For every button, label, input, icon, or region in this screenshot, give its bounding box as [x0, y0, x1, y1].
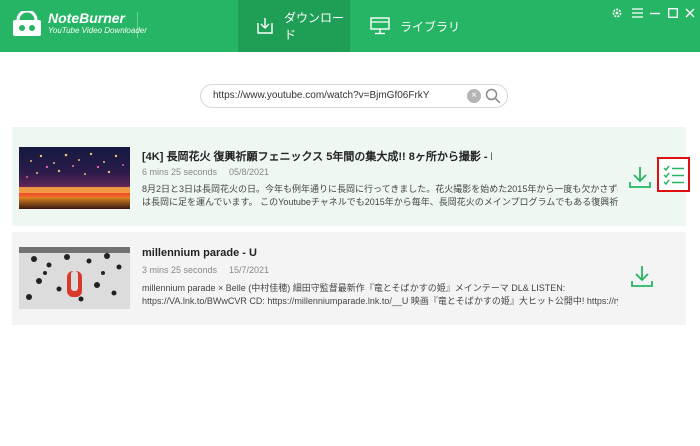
menu-icon[interactable] — [630, 6, 644, 20]
tab-download[interactable]: ダウンロード — [238, 0, 350, 52]
video-list-item[interactable]: [4K] 長岡花火 復興祈願フェニックス 5年間の集大成!! 8ヶ所から撮影 -… — [12, 127, 690, 226]
download-icon[interactable] — [630, 264, 654, 288]
url-search-box[interactable]: https://www.youtube.com/watch?v=BjmGf06F… — [200, 84, 508, 108]
maximize-icon[interactable] — [666, 6, 680, 20]
video-description-line: millennium parade × Belle (中村佳穂) 細田守監督最新… — [142, 283, 566, 293]
video-date: 05/8/2021 — [229, 167, 270, 177]
minimize-icon[interactable] — [648, 6, 662, 20]
video-meta: 6 mins 25 seconds 05/8/2021 — [142, 167, 269, 177]
video-thumbnail — [19, 147, 130, 209]
video-description: 8月2日と3日は長岡花火の日。今年も例年通りに長岡に行ってきました。花火撮影を始… — [142, 183, 618, 209]
app-subtitle: YouTube Video Downloader — [48, 26, 147, 35]
video-description: millennium parade × Belle (中村佳穂) 細田守監督最新… — [142, 282, 618, 308]
app-name: NoteBurner — [48, 10, 126, 26]
video-duration: 3 mins 25 seconds — [142, 265, 218, 275]
tab-library[interactable]: ライブラリ — [350, 0, 462, 52]
video-title: [4K] 長岡花火 復興祈願フェニックス 5年間の集大成!! 8ヶ所から撮影 -… — [142, 151, 492, 163]
url-input[interactable]: https://www.youtube.com/watch?v=BjmGf06F… — [213, 90, 463, 101]
video-description-line: は長岡に足を運んでいます。 このYoutubeチャネルでも2015年から毎年、長… — [142, 197, 618, 207]
download-tab-icon — [256, 17, 274, 35]
video-description-line: https://VA.lnk.to/BWwCVR CD: https://mil… — [142, 296, 618, 306]
video-description-line: 8月2日と3日は長岡花火の日。今年も例年通りに長岡に行ってきました。花火撮影を始… — [142, 184, 618, 194]
checklist-icon — [662, 165, 684, 185]
brand-divider — [137, 12, 138, 38]
video-list-item[interactable]: millennium parade - U 3 mins 25 seconds … — [12, 232, 686, 325]
video-thumbnail — [19, 247, 130, 309]
video-date: 15/7/2021 — [229, 265, 270, 275]
search-icon[interactable] — [485, 88, 501, 104]
noteburner-logo-icon — [13, 11, 41, 36]
close-icon[interactable] — [683, 6, 697, 20]
top-bar: NoteBurner YouTube Video Downloader ダウンロ… — [0, 0, 700, 52]
download-icon[interactable] — [628, 165, 652, 189]
tab-download-label: ダウンロード — [284, 11, 345, 42]
clear-icon[interactable]: × — [467, 89, 481, 103]
tab-library-label: ライブラリ — [400, 19, 461, 34]
video-meta: 3 mins 25 seconds 15/7/2021 — [142, 265, 269, 275]
monitor-icon — [370, 17, 390, 35]
video-duration: 6 mins 25 seconds — [142, 167, 218, 177]
video-title: millennium parade - U — [142, 247, 257, 259]
select-format-button[interactable] — [657, 157, 690, 192]
settings-gear-icon[interactable] — [610, 6, 624, 20]
brand: NoteBurner YouTube Video Downloader — [48, 10, 147, 36]
